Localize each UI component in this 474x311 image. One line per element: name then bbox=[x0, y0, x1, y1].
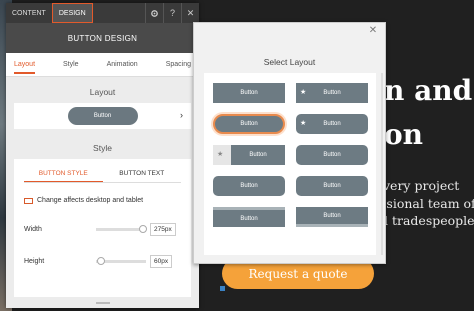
layout-option[interactable]: Button bbox=[213, 83, 285, 103]
tab-layout[interactable]: Layout bbox=[14, 61, 36, 74]
tab-content[interactable]: CONTENT bbox=[6, 3, 52, 23]
design-subtabs: Layout Style Animation Spacing bbox=[6, 53, 199, 77]
button-design-panel: CONTENT DESIGN ? ✕ BUTTON DESIGN Layout … bbox=[6, 3, 199, 308]
tab-button-style[interactable]: BUTTON STYLE bbox=[24, 167, 103, 182]
height-slider-knob[interactable] bbox=[97, 256, 105, 265]
layout-option[interactable]: Button bbox=[213, 176, 285, 196]
body-text-line-3: d tradespeople. bbox=[380, 213, 474, 228]
width-slider[interactable] bbox=[96, 224, 147, 233]
popup-scrollbar[interactable] bbox=[381, 73, 383, 255]
select-layout-popup: ✕ Select Layout Button ★ Button Button ★ B… bbox=[193, 22, 386, 264]
style-section: BUTTON STYLE BUTTON TEXT Change affects … bbox=[14, 159, 191, 297]
tab-animation[interactable]: Animation bbox=[107, 61, 138, 68]
star-icon: ★ bbox=[300, 89, 307, 96]
layout-option[interactable]: Button bbox=[296, 176, 368, 196]
layout-option[interactable]: ★ Button bbox=[213, 145, 285, 165]
hero-heading-line-2: on bbox=[384, 118, 424, 151]
layout-preview-button: Button bbox=[67, 107, 138, 125]
layout-option[interactable]: ★ Button bbox=[296, 114, 368, 134]
gear-icon[interactable] bbox=[145, 3, 163, 23]
layout-option[interactable]: Button bbox=[296, 207, 368, 227]
monitor-icon bbox=[24, 197, 33, 204]
star-icon: ★ bbox=[217, 151, 224, 158]
layout-options-grid: Button ★ Button Button ★ Button ★ Button Bu… bbox=[204, 73, 376, 255]
layout-picker[interactable]: Button › bbox=[14, 103, 191, 129]
chevron-right-icon[interactable]: › bbox=[180, 110, 183, 120]
layout-option-label: Button bbox=[323, 121, 341, 127]
layout-option[interactable]: Button bbox=[213, 207, 285, 227]
height-label: Height bbox=[24, 257, 45, 265]
tab-design[interactable]: DESIGN bbox=[51, 3, 93, 23]
style-heading: Style bbox=[93, 143, 112, 153]
width-label: Width bbox=[24, 225, 42, 233]
device-note: Change affects desktop and tablet bbox=[24, 197, 181, 204]
layout-option[interactable]: ★ Button bbox=[296, 83, 368, 103]
height-row: Height 60px bbox=[24, 254, 181, 268]
height-slider[interactable] bbox=[96, 256, 146, 265]
panel-resize-grip[interactable] bbox=[96, 302, 110, 304]
layout-option[interactable]: Button bbox=[296, 145, 368, 165]
style-tabs: BUTTON STYLE BUTTON TEXT bbox=[24, 167, 181, 183]
layout-heading: Layout bbox=[89, 87, 116, 97]
layout-option-label: Button bbox=[323, 90, 341, 96]
resize-handle[interactable] bbox=[220, 286, 225, 291]
star-icon: ★ bbox=[300, 120, 307, 127]
width-row: Width 275px bbox=[24, 222, 181, 236]
tab-style[interactable]: Style bbox=[63, 61, 79, 68]
body-text-line-2: ssional team of bbox=[380, 196, 474, 211]
width-slider-knob[interactable] bbox=[139, 224, 147, 233]
close-icon[interactable]: ✕ bbox=[181, 3, 199, 23]
width-value[interactable]: 275px bbox=[150, 222, 176, 236]
layout-option-label: Button bbox=[249, 152, 267, 158]
help-icon[interactable]: ? bbox=[163, 3, 181, 23]
tab-button-text[interactable]: BUTTON TEXT bbox=[103, 167, 182, 182]
popup-close-icon[interactable]: ✕ bbox=[367, 25, 379, 37]
height-value[interactable]: 60px bbox=[150, 254, 173, 268]
panel-topbar: CONTENT DESIGN ? ✕ bbox=[6, 3, 199, 23]
body-text-line-1: very project bbox=[383, 178, 460, 193]
tab-spacing[interactable]: Spacing bbox=[166, 61, 191, 68]
popup-title: Select Layout bbox=[263, 57, 316, 67]
layout-option-selected[interactable]: Button bbox=[213, 114, 285, 134]
panel-title: BUTTON DESIGN bbox=[6, 23, 199, 53]
hero-heading-line-1: n and bbox=[384, 74, 473, 107]
device-note-text: Change affects desktop and tablet bbox=[37, 197, 144, 204]
